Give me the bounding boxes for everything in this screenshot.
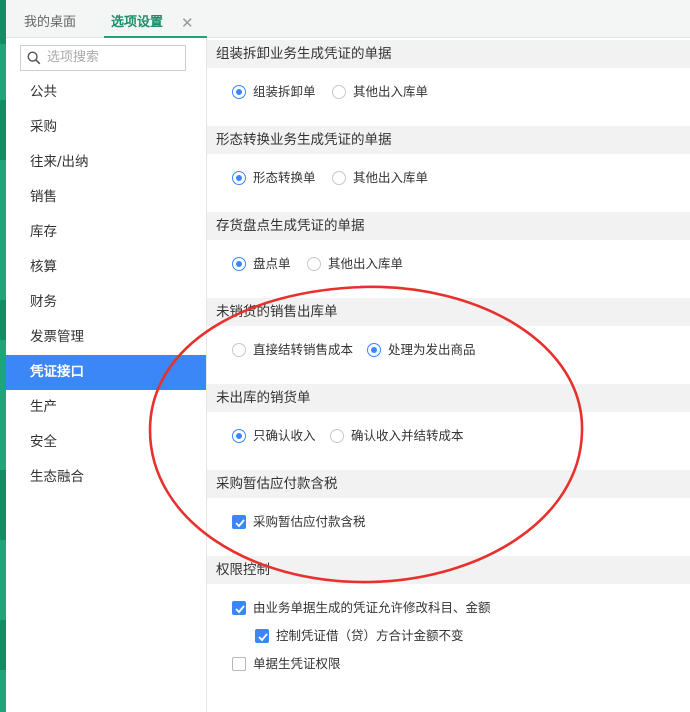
checkbox-unchecked[interactable]	[232, 657, 246, 671]
checkbox-checked[interactable]	[232, 601, 246, 615]
sidebar-item-purchase[interactable]: 采购	[6, 110, 206, 145]
options-window: 我的桌面 选项设置 ✕ 选项搜索 公共 采购 往来/出纳 销售 库存 核算 财务…	[0, 0, 690, 712]
radio-unselected[interactable]	[332, 85, 346, 99]
radio-option[interactable]: 组装拆卸单	[232, 83, 332, 101]
sidebar-item-payments[interactable]: 往来/出纳	[6, 145, 206, 180]
sidebar-item-sales[interactable]: 销售	[6, 180, 206, 215]
section-header: 组装拆卸业务生成凭证的单据	[207, 40, 690, 68]
sidebar-item-public[interactable]: 公共	[6, 75, 206, 110]
section-header: 未出库的销货单	[207, 384, 690, 412]
radio-selected[interactable]	[232, 429, 246, 443]
radio-option[interactable]: 直接结转销售成本	[232, 341, 362, 359]
radio-selected[interactable]	[367, 343, 381, 357]
tab-my-desktop[interactable]: 我的桌面	[24, 9, 114, 38]
section-header: 未销货的销售出库单	[207, 298, 690, 326]
section-header: 存货盘点生成凭证的单据	[207, 212, 690, 240]
sidebar-item-inventory[interactable]: 库存	[6, 215, 206, 250]
sidebar-item-invoice[interactable]: 发票管理	[6, 320, 206, 355]
close-icon[interactable]: ✕	[181, 9, 194, 37]
options-panel: 组装拆卸业务生成凭证的单据 组装拆卸单 其他出入库单 形态转换业务生成凭证的单据…	[207, 38, 690, 712]
radio-option[interactable]: 盘点单	[232, 255, 312, 273]
radio-option[interactable]: 只确认收入	[232, 427, 332, 445]
radio-selected[interactable]	[232, 85, 246, 99]
checkbox-checked[interactable]	[255, 629, 269, 643]
checkbox-checked[interactable]	[232, 515, 246, 529]
section-header: 采购暂估应付款含税	[207, 470, 690, 498]
radio-unselected[interactable]	[332, 171, 346, 185]
search-icon	[27, 51, 41, 65]
sidebar-item-security[interactable]: 安全	[6, 425, 206, 460]
radio-option[interactable]: 其他出入库单	[332, 83, 462, 101]
radio-unselected[interactable]	[330, 429, 344, 443]
checkbox-option[interactable]: 单据生凭证权限	[232, 655, 362, 673]
sidebar-item-costing[interactable]: 核算	[6, 250, 206, 285]
sidebar: 选项搜索 公共 采购 往来/出纳 销售 库存 核算 财务 发票管理 凭证接口 生…	[6, 38, 207, 712]
radio-unselected[interactable]	[232, 343, 246, 357]
section-header: 形态转换业务生成凭证的单据	[207, 126, 690, 154]
radio-option[interactable]: 确认收入并结转成本	[330, 427, 480, 445]
radio-option[interactable]: 其他出入库单	[332, 169, 462, 187]
checkbox-option[interactable]: 由业务单据生成的凭证允许修改科目、金额	[232, 599, 502, 617]
radio-option[interactable]: 形态转换单	[232, 169, 332, 187]
radio-selected[interactable]	[232, 257, 246, 271]
section-header: 权限控制	[207, 556, 690, 584]
sidebar-item-finance[interactable]: 财务	[6, 285, 206, 320]
sidebar-item-production[interactable]: 生产	[6, 390, 206, 425]
sidebar-item-ecosystem[interactable]: 生态融合	[6, 460, 206, 495]
radio-option[interactable]: 其他出入库单	[307, 255, 437, 273]
tab-bar: 我的桌面 选项设置 ✕	[6, 0, 690, 38]
radio-unselected[interactable]	[307, 257, 321, 271]
search-placeholder: 选项搜索	[47, 50, 100, 65]
checkbox-option[interactable]: 采购暂估应付款含税	[232, 513, 382, 531]
radio-selected[interactable]	[232, 171, 246, 185]
radio-option[interactable]: 处理为发出商品	[367, 341, 497, 359]
sidebar-item-voucher-interface[interactable]: 凭证接口	[6, 355, 206, 390]
search-input[interactable]: 选项搜索	[20, 45, 186, 71]
checkbox-option[interactable]: 控制凭证借（贷）方合计金额不变	[255, 627, 485, 645]
